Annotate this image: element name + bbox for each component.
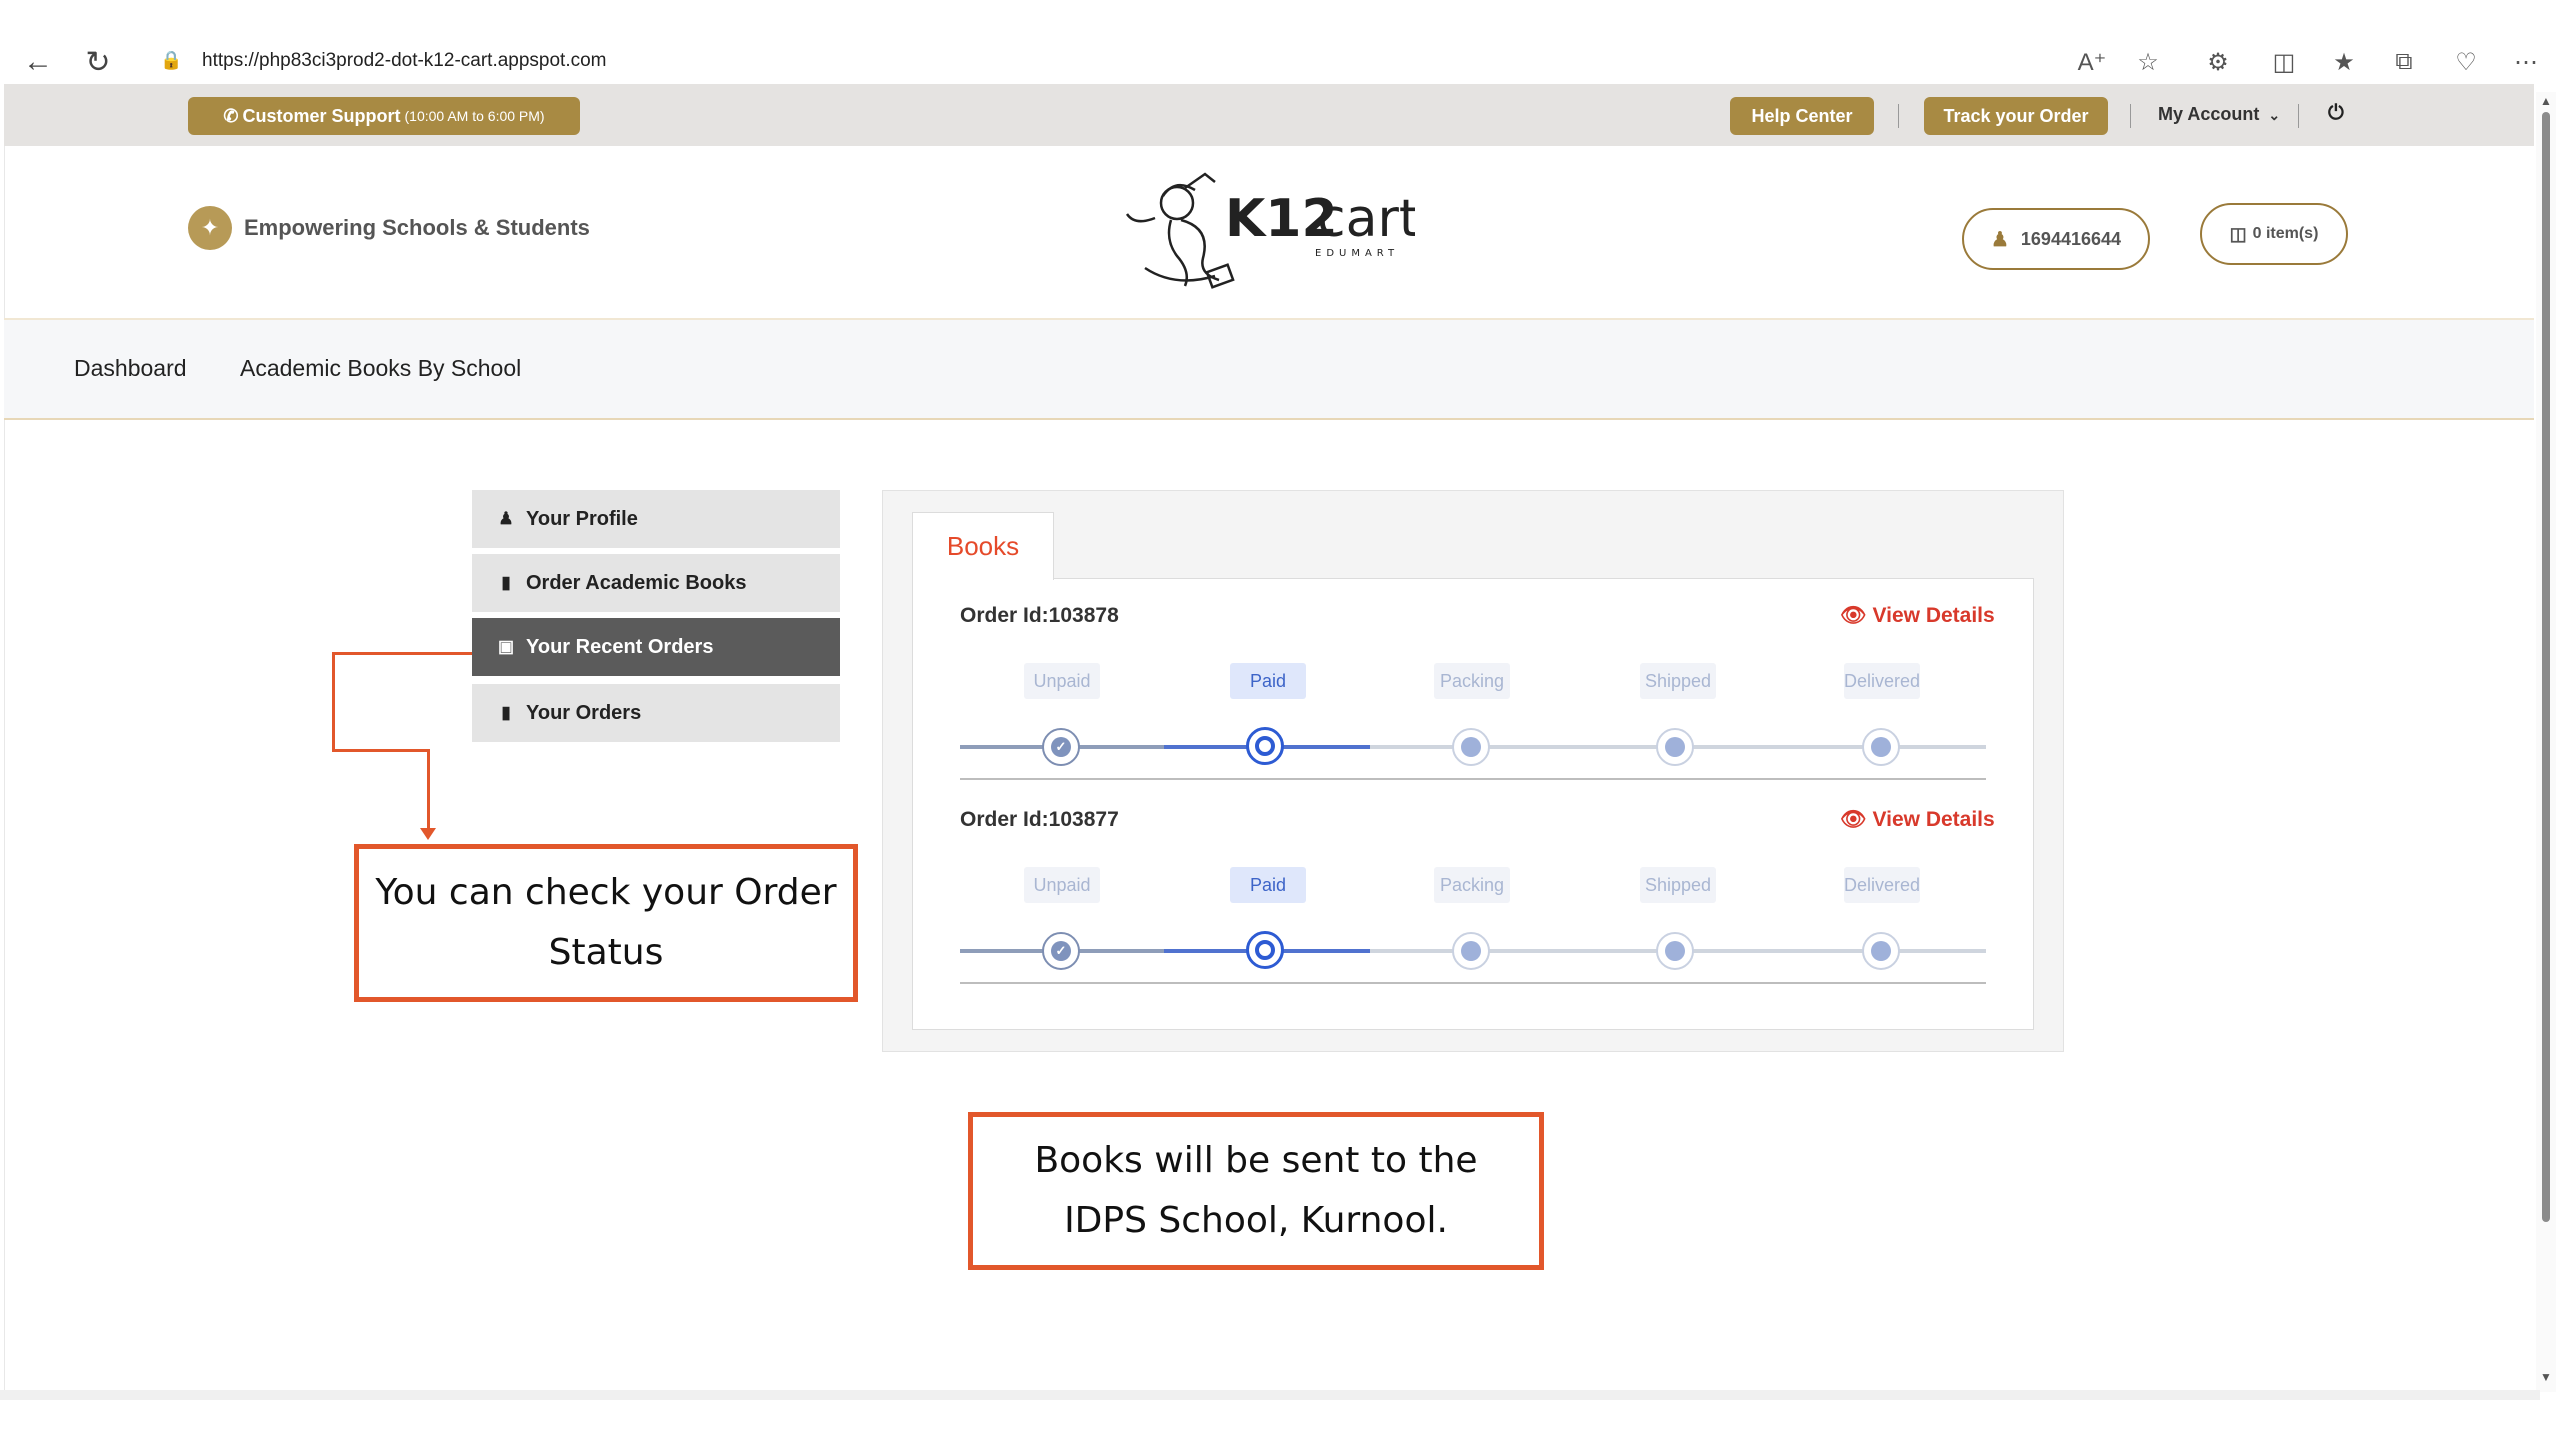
back-icon[interactable]: ← [18,42,58,82]
view-details-label: View Details [1872,604,1995,627]
separator [2130,104,2131,128]
cart-count: 0 item(s) [2252,225,2319,242]
stage-unpaid: Unpaid [1024,867,1100,903]
help-center-button[interactable]: Help Center [1730,97,1874,135]
eye-icon: 👁 [1840,604,1867,627]
chevron-down-icon: ⌄ [2268,107,2281,123]
info-icon: ▮ [501,703,511,722]
tagline-block: ✦ Empowering Schools & Students [188,206,590,250]
progress-step-shipped [1656,932,1694,970]
progress-step-paid [1246,727,1284,765]
more-menu-icon[interactable]: ⋯ [2508,44,2544,80]
view-details-label: View Details [1872,808,1995,831]
view-details-link[interactable]: 👁 View Details [1840,808,1995,832]
sidebar-item-label: Your Orders [526,701,642,724]
split-screen-icon[interactable]: ◫ [2266,44,2302,80]
order-divider [960,778,1986,780]
arrow-head-icon [420,828,436,840]
svg-text:EDUMART: EDUMART [1315,248,1399,259]
stage-paid: Paid [1230,663,1306,699]
progress-step-delivered [1862,728,1900,766]
extensions-icon[interactable]: ⚙ [2200,44,2236,80]
tagline: Empowering Schools & Students [244,215,590,240]
user-icon: ♟ [1990,228,2009,251]
list-icon: ▣ [497,637,515,656]
refresh-icon[interactable]: ↻ [78,42,118,82]
customer-support-button[interactable]: ✆ Customer Support (10:00 AM to 6:00 PM) [188,97,580,135]
stage-packing: Packing [1434,663,1510,699]
cart-button[interactable]: ◫ 0 item(s) [2200,203,2348,265]
browser-essentials-icon[interactable]: ♡ [2448,44,2484,80]
favorites-icon[interactable]: ★ [2326,44,2362,80]
power-icon[interactable]: ⏻ [2328,102,2344,125]
delivery-note-callout: Books will be sent to the IDPS School, K… [968,1112,1544,1270]
annotation-arrow [427,749,430,833]
annotation-arrow [332,652,472,655]
sidebar-item-label: Order Academic Books [526,571,747,594]
sidebar-item-profile[interactable]: ♟ Your Profile [472,490,840,548]
user-id: 1694416644 [2020,228,2122,249]
phone-icon: ✆ [223,105,239,126]
progress-step-unpaid: ✓ [1042,932,1080,970]
compass-icon: ✦ [188,206,232,250]
scroll-down-icon[interactable]: ▼ [2538,1370,2554,1386]
user-account-button[interactable]: ♟ 1694416644 [1962,208,2150,270]
read-aloud-icon[interactable]: A⁺ [2074,44,2110,80]
stage-delivered: Delivered [1844,867,1920,903]
progress-step-paid [1246,931,1284,969]
eye-icon: 👁 [1840,808,1867,831]
support-hours: (10:00 AM to 6:00 PM) [404,108,545,124]
stage-shipped: Shipped [1640,663,1716,699]
basket-icon: ◫ [2229,223,2247,244]
my-account-dropdown[interactable]: My Account ⌄ [2158,104,2280,125]
stage-shipped: Shipped [1640,867,1716,903]
order-status-callout: You can check your Order Status [354,844,858,1002]
sidebar-item-label: Your Recent Orders [526,635,714,658]
progress-step-packing [1452,728,1490,766]
sidebar-item-label: Your Profile [526,507,638,530]
support-label: Customer Support [242,105,401,126]
progress-step-packing [1452,932,1490,970]
annotation-arrow [332,749,430,752]
book-icon: ▮ [501,573,511,592]
separator [1898,104,1899,128]
stage-unpaid: Unpaid [1024,663,1100,699]
order-id: Order Id:103878 [960,604,1119,627]
svg-text:cart: cart [1317,189,1415,249]
annotation-arrow [332,652,335,752]
sidebar-item-your-orders[interactable]: ▮ Your Orders [472,684,840,742]
user-icon: ♟ [498,509,514,528]
stage-paid: Paid [1230,867,1306,903]
browser-toolbar: ← ↻ 🔒 https://php83ci3prod2-dot-k12-cart… [0,0,2560,84]
k12cart-logo[interactable]: K12 cart EDUMART [1115,168,1419,298]
progress-step-delivered [1862,932,1900,970]
order-id: Order Id:103877 [960,808,1119,831]
tab-books[interactable]: Books [912,512,1054,580]
my-account-label: My Account [2158,104,2260,124]
stage-packing: Packing [1434,867,1510,903]
scroll-up-icon[interactable]: ▲ [2538,94,2554,110]
progress-step-unpaid: ✓ [1042,728,1080,766]
scroll-thumb[interactable] [2542,112,2550,1222]
address-bar[interactable]: https://php83ci3prod2-dot-k12-cart.appsp… [202,50,607,72]
collections-icon[interactable]: ⧉ [2386,44,2422,80]
nav-dashboard[interactable]: Dashboard [74,355,187,382]
sidebar-item-recent-orders[interactable]: ▣ Your Recent Orders [472,618,840,676]
progress-step-shipped [1656,728,1694,766]
track-order-button[interactable]: Track your Order [1924,97,2108,135]
nav-academic-books[interactable]: Academic Books By School [240,355,521,382]
stage-delivered: Delivered [1844,663,1920,699]
separator [2298,104,2299,128]
vertical-scrollbar[interactable]: ▲ ▼ [2536,92,2556,1392]
favorite-star-icon[interactable]: ☆ [2130,44,2166,80]
sidebar-item-order-books[interactable]: ▮ Order Academic Books [472,554,840,612]
bottom-edge [0,1390,2540,1400]
order-divider [960,982,1986,984]
lock-icon[interactable]: 🔒 [160,50,182,71]
view-details-link[interactable]: 👁 View Details [1840,604,1995,628]
